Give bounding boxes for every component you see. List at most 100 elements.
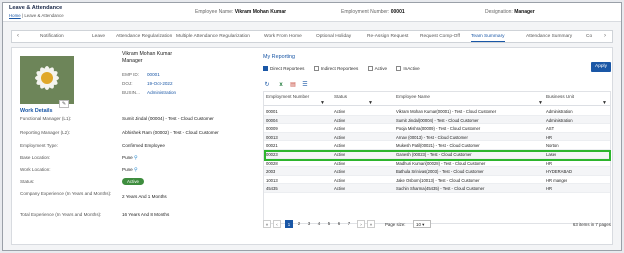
table-row[interactable]: 00001 Active Vikram Mohan Kumar(00001) -… [264,107,610,116]
filter-indirect-reportees[interactable]: Indirect Reportees [313,66,358,72]
apply-button[interactable]: Apply [591,62,611,72]
tab-multiple-attendance-regularization[interactable]: Multiple Attendance Regularization [176,31,250,42]
tab-team-summary[interactable]: Team Summary [471,31,505,42]
cell-employee-name: Bathula Srinivas(2003) - Test - Cloud Cu… [396,169,484,175]
employee-name-label: Employee Name: [195,9,234,15]
cell-business-unit: AST [546,126,555,132]
checkbox[interactable] [396,66,402,72]
prev-page-icon[interactable]: ‹ [273,220,281,228]
table-row[interactable]: 2003 Active Bathula Srinivas(2003) - Tes… [264,167,610,176]
tabs-scroll-left-icon[interactable]: ‹ [13,31,23,42]
tab-leave[interactable]: Leave [92,31,105,42]
profile-photo [20,56,74,104]
emp-id-value: 00001 [147,72,160,77]
filter-icon[interactable]: ▼ [320,100,325,106]
grid-pager: « ‹ 1 2 3 4 5 6 7 › » Page size: 10 ▾ 63… [263,218,611,230]
designation-label: Designation: [485,9,513,15]
tab-re-assign-request[interactable]: Re-Assign Request [367,31,408,42]
breadcrumb-separator: | [21,13,24,18]
reporting-manager-value: Abhishek Ram (00002) - Test - Cloud Cust… [122,130,219,135]
cell-status: Active [334,177,346,183]
my-reporting-title: My Reporting [263,54,296,60]
table-row[interactable]: 00004 Active Sumit Jindal(00004) - Test … [264,115,610,125]
cell-status: Active [334,134,346,140]
status-value: Active [122,178,144,185]
refresh-icon[interactable]: ↻ [263,81,271,89]
employee-name-field: Employee Name: Vikram Mohan Kumar [195,9,286,15]
filter-label: Active [374,66,388,71]
filter-icon[interactable]: ▼ [368,100,373,106]
tab-attendance-summary[interactable]: Attendance Summary [526,31,572,42]
tabs-scroll-right-icon[interactable]: › [600,31,610,42]
page-5[interactable]: 5 [325,220,333,228]
company-experience-value: 2 Years And 1 Months [122,194,167,199]
filter-icon[interactable]: ▼ [538,100,543,106]
location-pin-icon: ⚲ [134,167,138,173]
checkbox[interactable] [313,66,319,72]
page-3[interactable]: 3 [305,220,313,228]
cell-status: Active [334,143,346,149]
excel-export-icon[interactable]: x [277,81,285,89]
cell-status: Active [334,169,346,175]
filter-inactive[interactable]: InActive [396,66,420,72]
functional-manager-label: Functional Manager (L1): [20,116,72,121]
checkbox-checked[interactable] [263,66,268,72]
cell-business-unit: HYDERABAD [546,169,573,175]
tab-notification[interactable]: Notification [40,31,64,42]
breadcrumb-home-link[interactable]: Home [9,13,21,18]
cell-employee-name: Mukesh Patil(00021) - Test - Cloud Custo… [396,143,480,149]
column-chooser-icon[interactable]: ☰ [301,81,309,89]
pdf-export-icon[interactable]: ▤ [289,81,297,89]
column-employment-number[interactable]: Employment Number [266,94,309,99]
cell-business-unit: HR [546,186,553,192]
chevron-down-icon: ▾ [422,222,425,227]
top-bar: Leave & Attendance Home | Leave & Attend… [3,3,621,22]
tab-attendance-regularization[interactable]: Attendance Regularization [116,31,172,42]
tab-optional-holiday[interactable]: Optional Holiday [316,31,351,42]
breadcrumb-current: Leave & Attendance [24,13,64,18]
employee-number-value: 00001 [390,9,405,15]
table-row[interactable]: 00013 Active Arnav (00013) - Test - Clou… [264,132,610,142]
reportee-filters: Direct Reportees Indirect Reportees Acti… [263,66,428,72]
doj-label: DOJ: [122,81,133,86]
column-employee-name[interactable]: Employee Name [396,94,430,99]
team-summary-panel: ✎ Vikram Mohan Kumar Manager EMP ID: 000… [11,47,613,245]
filter-label: Direct Reportees [270,66,305,71]
filter-icon[interactable]: ▼ [602,100,607,106]
filter-label: InActive [403,66,420,71]
page-4[interactable]: 4 [315,220,323,228]
column-business-unit[interactable]: Business Unit [546,94,574,99]
cell-business-unit: Administration [546,117,573,123]
page-1[interactable]: 1 [285,220,293,228]
designation-value: Manager [514,9,535,15]
table-row[interactable]: 10013 Active Jake Osborn(10013) - Test -… [264,176,610,185]
tab-request-comp-off[interactable]: Request Comp-Off [420,31,460,42]
last-page-icon[interactable]: » [367,220,375,228]
cell-employment-number: 00013 [266,134,278,140]
tab-overflow[interactable]: Co [586,31,592,42]
next-page-icon[interactable]: › [357,220,365,228]
page-6[interactable]: 6 [335,220,343,228]
page-7[interactable]: 7 [345,220,353,228]
designation-field: Designation: Manager [485,9,535,15]
cell-employee-name: Sachin Sharma(45435) - Test - Cloud Cust… [396,186,485,192]
tab-work-from-home[interactable]: Work From Home [264,31,302,42]
checkbox[interactable] [367,66,373,72]
page-2[interactable]: 2 [295,220,303,228]
business-label: BUSIN... [122,90,140,95]
edit-photo-button[interactable]: ✎ [59,100,69,108]
first-page-icon[interactable]: « [263,220,271,228]
emp-id-label: EMP ID: [122,72,140,77]
filter-active[interactable]: Active [367,66,388,72]
column-status[interactable]: Status [334,94,347,99]
table-row[interactable]: 00009 Active Pooja Mishra(00009) - Test … [264,124,610,133]
cell-business-unit: Norton [546,143,559,149]
table-row[interactable]: 00021 Active Mukesh Patil(00021) - Test … [264,141,610,150]
filter-direct-reportees[interactable]: Direct Reportees [263,66,305,72]
profile-name: Vikram Mohan Kumar Manager [122,51,173,64]
page-size-select[interactable]: 10 ▾ [413,220,431,228]
employee-name-value: Vikram Mohan Kumar [234,9,287,15]
cell-employee-name: Arnav (00013) - Test - Cloud Customer [396,134,468,140]
base-location-text: Pune [122,155,133,160]
table-row[interactable]: 45435 Active Sachin Sharma(45435) - Test… [264,184,610,193]
